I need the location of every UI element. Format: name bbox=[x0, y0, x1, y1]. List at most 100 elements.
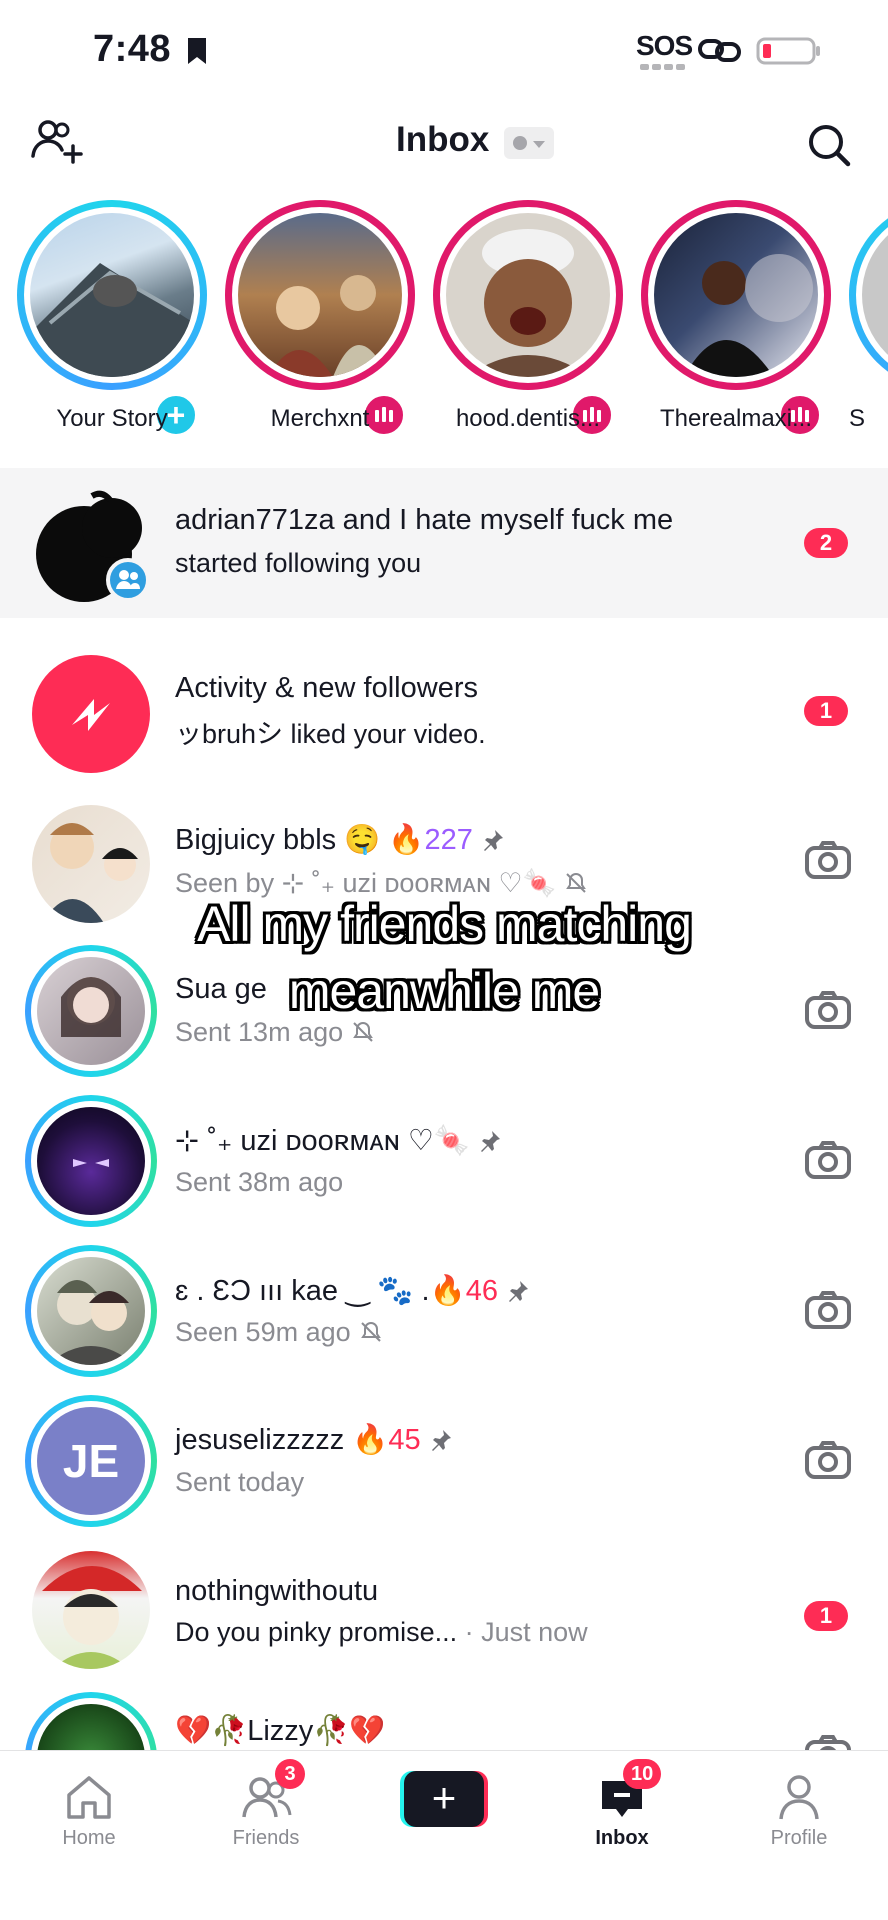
chat-name: 💔🥀Lizzy🥀💔 bbox=[175, 1715, 386, 1747]
nav-label: Inbox bbox=[595, 1827, 649, 1849]
status-time: 7:48 bbox=[93, 28, 172, 70]
stories-row: + Your Story Merchxnt hood.dentis... The… bbox=[0, 200, 888, 450]
activity-row[interactable]: Activity & new followers ッbruhシ liked yo… bbox=[0, 640, 888, 780]
story-name: S bbox=[849, 405, 866, 432]
unread-count-badge: 1 bbox=[804, 696, 848, 726]
nav-label: Friends bbox=[232, 1827, 300, 1849]
nav-inbox[interactable]: Inbox 10 bbox=[557, 1759, 687, 1883]
streak-count: 🔥227 bbox=[388, 824, 473, 856]
story-partial[interactable]: S bbox=[849, 200, 888, 450]
story-ring bbox=[25, 1245, 157, 1377]
mute-icon bbox=[353, 1021, 373, 1042]
plus-icon: + bbox=[404, 1771, 484, 1827]
story-merchxnt[interactable]: Merchxnt bbox=[225, 200, 415, 450]
chat-status: Seen 59m ago bbox=[175, 1317, 383, 1348]
chat-status: Sent 38m ago bbox=[175, 1167, 344, 1197]
story-ring bbox=[25, 1692, 157, 1750]
unread-count-badge: 2 bbox=[804, 528, 848, 558]
pin-icon bbox=[431, 1430, 451, 1451]
chat-row[interactable]: ɛ . ƐƆ ııı kae ‿ 🐾 .🔥46 Seen 59m ago bbox=[0, 1245, 888, 1395]
pin-icon bbox=[480, 1131, 500, 1152]
chevron-down-icon bbox=[533, 141, 545, 148]
avatar bbox=[32, 1551, 150, 1669]
camera-icon[interactable] bbox=[804, 840, 852, 880]
home-icon bbox=[67, 1776, 111, 1819]
story-name: hood.dentis... bbox=[455, 405, 601, 432]
story-therealmaxi[interactable]: Therealmaxi... bbox=[641, 200, 831, 450]
chat-status: Sent 13m ago bbox=[175, 1017, 375, 1048]
notification-subtitle: started following you bbox=[175, 548, 422, 578]
inbox-header: Inbox bbox=[0, 100, 888, 190]
pin-icon bbox=[509, 1281, 528, 1302]
story-hood-dentist[interactable]: hood.dentis... bbox=[433, 200, 623, 450]
story-ring bbox=[25, 1095, 157, 1227]
profile-icon bbox=[779, 1775, 819, 1820]
avatar bbox=[238, 213, 402, 377]
video-caption-line-1: All my friends matching bbox=[197, 896, 692, 952]
chat-name: jesuselizzzzz 🔥45 bbox=[175, 1423, 453, 1457]
camera-icon[interactable] bbox=[804, 1290, 852, 1330]
streak-count: 🔥46 bbox=[429, 1275, 498, 1307]
activity-subtitle: ッbruhシ liked your video. bbox=[175, 719, 486, 749]
story-ring bbox=[225, 200, 415, 390]
bookmark-icon bbox=[188, 38, 206, 64]
online-status-dropdown[interactable] bbox=[504, 127, 554, 159]
avatar bbox=[446, 213, 610, 377]
chat-row[interactable]: ⊹ ˚₊ uzi ᴅᴏᴏʀᴍᴀɴ ♡🍬 Sent 38m ago bbox=[0, 1095, 888, 1245]
story-ring bbox=[641, 200, 831, 390]
battery-icon bbox=[756, 37, 820, 65]
nav-profile[interactable]: Profile bbox=[734, 1763, 864, 1883]
add-friend-icon[interactable] bbox=[30, 118, 84, 166]
avatar: JE bbox=[37, 1407, 145, 1515]
status-dot bbox=[513, 136, 527, 150]
sos-indicator: SOS bbox=[636, 30, 693, 61]
nav-label: Profile bbox=[770, 1827, 828, 1849]
chat-name: nothingwithoutu bbox=[175, 1575, 379, 1607]
chat-name: Bigjuicy bbls 🤤 🔥227 bbox=[175, 823, 505, 857]
friends-badge: 3 bbox=[275, 1759, 305, 1789]
nav-home[interactable]: Home bbox=[24, 1763, 154, 1883]
notification-title: adrian771za and I hate myself fuck me bbox=[175, 504, 674, 536]
story-ring bbox=[433, 200, 623, 390]
avatar-initials: JE bbox=[62, 1435, 120, 1487]
unread-count-badge: 1 bbox=[804, 1601, 848, 1631]
story-ring: JE bbox=[25, 1395, 157, 1527]
chat-name: ɛ . ƐƆ ııı kae ‿ 🐾 .🔥46 bbox=[175, 1273, 530, 1308]
page-title: Inbox bbox=[396, 120, 490, 159]
group-icon bbox=[106, 558, 150, 602]
chat-time: · Just now bbox=[457, 1617, 588, 1647]
camera-icon[interactable] bbox=[804, 1140, 852, 1180]
chat-row[interactable]: 💔🥀Lizzy🥀💔 bbox=[0, 1692, 888, 1750]
streak-count: 🔥45 bbox=[352, 1424, 421, 1456]
activity-icon bbox=[32, 655, 150, 773]
mute-icon bbox=[360, 1321, 381, 1342]
story-ring bbox=[849, 200, 888, 390]
avatar bbox=[37, 1257, 145, 1365]
bottom-navigation: Home Friends 3 + Inbox 10 Profile bbox=[0, 1750, 888, 1920]
pin-icon bbox=[483, 830, 503, 851]
chat-status: Sent today bbox=[175, 1467, 305, 1497]
status-bar: 7:48 SOS bbox=[0, 0, 888, 100]
camera-icon[interactable] bbox=[804, 1440, 852, 1480]
avatar bbox=[654, 213, 818, 377]
inbox-badge: 10 bbox=[623, 1759, 662, 1789]
nav-label: Home bbox=[62, 1827, 116, 1849]
story-ring bbox=[17, 200, 207, 390]
video-caption-line-2: meanwhile me bbox=[288, 963, 600, 1019]
avatar bbox=[30, 213, 194, 377]
chat-name: ⊹ ˚₊ uzi ᴅᴏᴏʀᴍᴀɴ ♡🍬 bbox=[175, 1123, 502, 1158]
chat-row[interactable]: nothingwithoutu Do you pinky promise... … bbox=[0, 1545, 888, 1695]
mute-icon bbox=[566, 872, 587, 893]
camera-icon[interactable] bbox=[804, 1734, 852, 1750]
story-your-story[interactable]: + Your Story bbox=[17, 200, 207, 450]
chat-last-message: Do you pinky promise... · Just now bbox=[175, 1617, 588, 1647]
link-icon bbox=[698, 39, 741, 62]
chat-row[interactable]: JE jesuselizzzzz 🔥45 Sent today bbox=[0, 1395, 888, 1545]
avatar bbox=[37, 1107, 145, 1215]
create-button[interactable]: + bbox=[400, 1771, 488, 1827]
nav-friends[interactable]: Friends 3 bbox=[201, 1759, 331, 1883]
search-icon[interactable] bbox=[806, 122, 852, 168]
story-name: Merchxnt bbox=[270, 405, 370, 432]
new-follower-row[interactable]: adrian771za and I hate myself fuck me st… bbox=[0, 468, 888, 618]
signal-dots-icon bbox=[640, 64, 685, 70]
